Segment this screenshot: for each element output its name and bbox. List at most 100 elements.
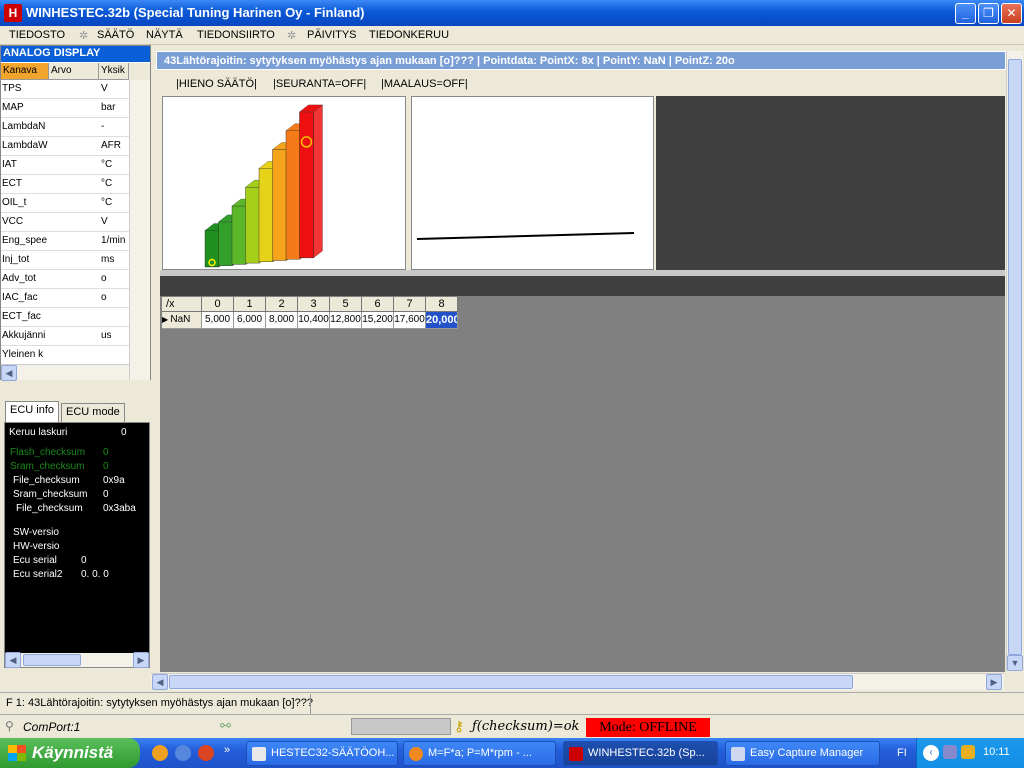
- task-label: Easy Capture Manager: [750, 747, 864, 759]
- table-row-header[interactable]: ▶ NaN: [162, 312, 202, 329]
- mode-badge: Mode: OFFLINE: [586, 718, 710, 737]
- map-2d-chart: [411, 96, 654, 270]
- analog-row[interactable]: MAP bar: [1, 99, 129, 118]
- table-cell[interactable]: 5,000: [202, 312, 234, 329]
- chart-bar-8[interactable]: [299, 104, 323, 259]
- system-tray: ‹ 10:11: [916, 738, 1024, 768]
- scroll-thumb[interactable]: [1008, 59, 1022, 655]
- ecu-info-label: HW-versio: [13, 541, 60, 552]
- analog-vertical-scrollbar[interactable]: [129, 80, 150, 380]
- chevron-right-icon[interactable]: »: [224, 744, 230, 756]
- close-button[interactable]: ✕: [1001, 3, 1022, 24]
- scroll-right-icon[interactable]: ▶: [986, 674, 1002, 690]
- scroll-down-icon[interactable]: ▼: [1007, 655, 1023, 671]
- chart-bar-front: [285, 130, 301, 260]
- scroll-thumb[interactable]: [23, 654, 81, 666]
- table-column-header[interactable]: 7: [394, 297, 426, 312]
- analog-row[interactable]: LambdaN -: [1, 118, 129, 137]
- analog-display-panel: ANALOG DISPLAY Kanava Arvo Yksik TPS V MAP…: [0, 45, 151, 381]
- scroll-left-icon[interactable]: ◀: [152, 674, 168, 690]
- painting-toggle[interactable]: |MAALAUS=OFF|: [381, 78, 468, 90]
- analog-row[interactable]: Adv_tot o: [1, 270, 129, 289]
- table-cell[interactable]: 17,600: [394, 312, 426, 329]
- start-button[interactable]: Käynnistä: [0, 738, 140, 768]
- table-column-header[interactable]: 3: [298, 297, 330, 312]
- analog-row[interactable]: IAT °C: [1, 156, 129, 175]
- task-easy-capture[interactable]: Easy Capture Manager: [725, 741, 880, 766]
- tray-expand-icon[interactable]: ‹: [923, 745, 939, 761]
- table-cell[interactable]: 15,200: [362, 312, 394, 329]
- analog-row[interactable]: ECT_fac: [1, 308, 129, 327]
- map-table: /x ▶ NaN 0 5,000 1 6,000 2 8,000 3 10,400 5 12,800 6…: [162, 297, 458, 330]
- scroll-left-icon[interactable]: ◀: [5, 652, 21, 668]
- scroll-thumb[interactable]: [169, 675, 853, 689]
- tracking-toggle[interactable]: |SEURANTA=OFF|: [273, 78, 366, 90]
- table-column-header[interactable]: 1: [234, 297, 266, 312]
- table-cell[interactable]: 12,800: [330, 312, 362, 329]
- analog-row[interactable]: TPS V: [1, 80, 129, 99]
- analog-row[interactable]: Akkujänni us: [1, 327, 129, 346]
- table-cell[interactable]: 10,400: [298, 312, 330, 329]
- menu-tiedosto[interactable]: TIEDOSTO: [9, 29, 65, 41]
- analog-horizontal-scrollbar[interactable]: ◀: [1, 364, 129, 381]
- tray-app-icon[interactable]: [943, 745, 957, 759]
- task-browser[interactable]: M=F*a; P=M*rpm - ...: [403, 741, 556, 766]
- analog-row[interactable]: ECT °C: [1, 175, 129, 194]
- analog-row[interactable]: OIL_t °C: [1, 194, 129, 213]
- table-column-header[interactable]: 0: [202, 297, 234, 312]
- ecu-horizontal-scrollbar[interactable]: ◀ ▶: [5, 652, 149, 668]
- analog-row[interactable]: Yleinen k: [1, 346, 129, 364]
- tab-ecu-mode[interactable]: ECU mode: [61, 403, 125, 422]
- column-header-yksikko[interactable]: Yksik: [99, 63, 129, 80]
- chart-bar-front: [204, 230, 220, 268]
- table-column-header[interactable]: 6: [362, 297, 394, 312]
- tab-ecu-info[interactable]: ECU info: [5, 401, 60, 422]
- menu-paivitys[interactable]: PÄIVITYS: [307, 29, 357, 41]
- table-column-header[interactable]: 8: [426, 297, 458, 312]
- analog-row[interactable]: Eng_spee 1/min: [1, 232, 129, 251]
- analog-unit: V: [101, 83, 108, 94]
- analog-channel-name: TPS: [2, 83, 22, 94]
- task-winhestec[interactable]: WINHESTEC.32b (Sp...: [563, 741, 718, 766]
- table-cell[interactable]: 6,000: [234, 312, 266, 329]
- task-hestec-doc[interactable]: HESTEC32-SÄÄTÖOH...: [246, 741, 398, 766]
- main-vertical-scrollbar[interactable]: ▼: [1006, 51, 1023, 671]
- map-3d-chart[interactable]: [162, 96, 406, 270]
- column-header-arvo[interactable]: Arvo: [49, 63, 99, 80]
- analog-display-title: ANALOG DISPLAY: [1, 46, 150, 62]
- ecu-info-label: Sram_checksum: [10, 461, 85, 472]
- ecu-info-label: Ecu serial2: [13, 569, 63, 580]
- language-indicator[interactable]: FI: [897, 747, 907, 759]
- table-cell[interactable]: 8,000: [266, 312, 298, 329]
- column-header-kanava[interactable]: Kanava: [1, 63, 49, 80]
- main-horizontal-scrollbar[interactable]: ◀ ▶: [151, 673, 1004, 690]
- maximize-button[interactable]: ❐: [978, 3, 999, 24]
- status-bar: ⚲ ComPort:1 ⚯ ⚷ ƒ(checksum)=ok Mode: OFF…: [0, 714, 1024, 738]
- analog-row[interactable]: Inj_tot ms: [1, 251, 129, 270]
- connect-icon[interactable]: ⚯: [220, 718, 231, 734]
- analog-channel-name: ECT_fac: [2, 311, 41, 322]
- minimize-button[interactable]: _: [955, 3, 976, 24]
- scroll-right-icon[interactable]: ▶: [133, 652, 149, 668]
- quicklaunch-icon[interactable]: [152, 745, 168, 761]
- chart-bar-front: [272, 149, 287, 261]
- table-column-header[interactable]: 5: [330, 297, 362, 312]
- menu-tiedonkeruu[interactable]: TIEDONKERUU: [369, 29, 449, 41]
- tray-app-icon[interactable]: [961, 745, 975, 759]
- menu-tiedonsiirto[interactable]: TIEDONSIIRTO: [197, 29, 275, 41]
- capture-icon: [731, 747, 745, 761]
- quicklaunch-icon[interactable]: [175, 745, 191, 761]
- table-column-header[interactable]: 2: [266, 297, 298, 312]
- analog-row[interactable]: LambdaW AFR: [1, 137, 129, 156]
- document-icon: [252, 747, 266, 761]
- quicklaunch-icon[interactable]: [198, 745, 214, 761]
- scroll-left-icon[interactable]: ◀: [1, 365, 17, 381]
- analog-unit: °C: [101, 197, 113, 208]
- menu-nayta[interactable]: NÄYTÄ: [146, 29, 183, 41]
- analog-row[interactable]: IAC_fac o: [1, 289, 129, 308]
- analog-row[interactable]: VCC V: [1, 213, 129, 232]
- chart-bar-front: [299, 111, 314, 259]
- menu-saato[interactable]: SÄÄTÖ: [97, 29, 134, 41]
- fine-tune-toggle[interactable]: |HIENO SÄÄTÖ|: [176, 78, 257, 90]
- table-cell[interactable]: 20,000: [426, 312, 458, 329]
